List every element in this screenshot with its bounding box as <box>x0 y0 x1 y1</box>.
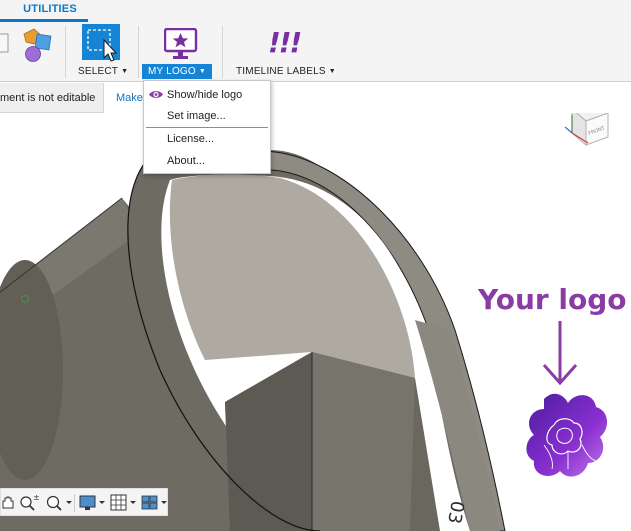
my-logo-group-label[interactable]: MY LOGO ▼ <box>142 64 213 79</box>
menu-item-license[interactable]: License... <box>144 129 270 149</box>
insert-shapes-icon[interactable] <box>0 28 58 62</box>
menu-item-label: Set image... <box>167 110 226 122</box>
my-logo-dropdown-menu: Show/hide logo Set image... License... A… <box>143 80 271 174</box>
eye-icon <box>149 91 163 98</box>
your-logo-text: Your logo <box>478 283 627 316</box>
menu-item-label: License... <box>167 133 215 145</box>
svg-text:±: ± <box>33 493 40 502</box>
flower-logo-icon <box>526 393 608 477</box>
view-cube[interactable]: FRONT <box>562 113 616 153</box>
timeline-labels-group-label[interactable]: TIMELINE LABELS ▼ <box>236 66 336 77</box>
ribbon-separator <box>222 26 223 78</box>
my-logo-icon[interactable] <box>164 28 198 60</box>
navigation-bar: ± <box>0 488 168 516</box>
menu-item-label: Show/hide logo <box>167 89 243 101</box>
menu-item-about[interactable]: About... <box>144 151 270 171</box>
menu-item-show-hide-logo[interactable]: Show/hide logo <box>144 85 270 105</box>
zoom-window-icon[interactable] <box>43 492 73 513</box>
svg-text:03: 03 <box>443 499 468 525</box>
menu-item-set-image[interactable]: Set image... <box>144 106 270 126</box>
grid-icon[interactable] <box>109 492 137 513</box>
select-icon[interactable] <box>82 24 122 62</box>
zoom-icon[interactable]: ± <box>18 492 40 513</box>
pan-hand-icon[interactable] <box>1 492 15 513</box>
menu-separator <box>146 127 268 128</box>
timeline-labels-icon[interactable]: !!! <box>268 26 302 59</box>
select-group-label[interactable]: SELECT ▼ <box>78 66 128 77</box>
ribbon-separator <box>65 26 66 78</box>
display-settings-icon[interactable] <box>78 492 106 513</box>
edit-info-bar: ment is not editable Make <box>0 83 631 113</box>
ribbon-tabbar: UTILITIES <box>0 0 631 22</box>
menu-item-label: About... <box>167 155 205 167</box>
make-editable-link[interactable]: Make <box>116 83 143 113</box>
3d-viewport[interactable]: 03 FRONT <box>0 113 631 531</box>
nav-separator <box>74 494 75 512</box>
info-message: ment is not editable <box>0 83 104 113</box>
ribbon-separator <box>138 26 139 78</box>
viewports-icon[interactable] <box>140 492 168 513</box>
ribbon-toolbar: SELECT ▼ MY LOGO ▼ !!! TIMELINE LABELS ▼ <box>0 22 631 82</box>
arrow-down-icon <box>542 321 578 386</box>
